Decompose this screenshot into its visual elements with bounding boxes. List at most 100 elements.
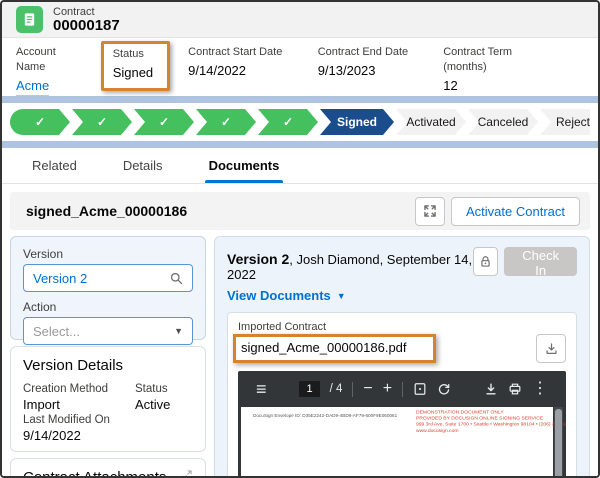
tab-documents[interactable]: Documents: [209, 148, 280, 183]
field-status: Status Signed: [113, 47, 153, 82]
download-icon: [545, 342, 558, 355]
toolbar-divider: [402, 382, 403, 397]
fit-page-icon[interactable]: [413, 382, 427, 396]
lock-button[interactable]: [473, 247, 498, 276]
stage-complete-1[interactable]: ✓: [10, 109, 70, 135]
check-icon: ✓: [159, 115, 169, 129]
file-name-link[interactable]: signed_Acme_00000186.pdf: [241, 340, 407, 355]
file-row: signed_Acme_00000186.pdf: [238, 334, 566, 363]
stage-activated[interactable]: Activated: [396, 109, 466, 135]
stage-complete-2[interactable]: ✓: [72, 109, 132, 135]
version-actions: Check In: [473, 247, 577, 276]
pdf-scrollbar-thumb[interactable]: [555, 409, 562, 476]
search-icon: [170, 272, 183, 285]
pdf-scrollbar[interactable]: [554, 407, 563, 476]
record-tabs: Related Details Documents: [2, 148, 598, 184]
field-end-date: Contract End Date 9/13/2023: [318, 45, 418, 80]
field-value: 9/13/2023: [318, 62, 418, 80]
account-link[interactable]: Acme: [16, 77, 49, 96]
zoom-in-icon[interactable]: +: [383, 381, 392, 397]
path-assistant: ✓ ✓ ✓ ✓ ✓ Signed Activated Canceled Reje…: [2, 103, 598, 141]
stage-rejected[interactable]: Rejected: [540, 109, 590, 135]
pdf-body: DocuSign Envelope ID: D35E2242-DAD9-4BD9…: [238, 407, 566, 476]
toolbar-divider: [352, 382, 353, 397]
pdf-page: DocuSign Envelope ID: D35E2242-DAD9-4BD9…: [241, 407, 553, 476]
menu-icon[interactable]: ≡: [256, 380, 267, 398]
check-icon: ✓: [35, 115, 45, 129]
check-icon: ✓: [97, 115, 107, 129]
print-icon[interactable]: [508, 382, 522, 396]
action-select[interactable]: Select... ▼: [23, 317, 193, 345]
field-term: Contract Term (months) 12: [443, 45, 558, 95]
docusign-demo-stamp: DEMONSTRATION DOCUMENT ONLY PROVIDED BY …: [416, 409, 559, 434]
stage-complete-5[interactable]: ✓: [258, 109, 318, 135]
expand-icon: [423, 204, 437, 218]
zoom-out-icon[interactable]: −: [363, 381, 372, 397]
resize-handle-icon[interactable]: [181, 469, 193, 476]
tab-details[interactable]: Details: [123, 148, 163, 183]
field-label: Status: [113, 47, 153, 62]
version-preview-panel: Version 2, Josh Diamond, September 14, 2…: [214, 236, 590, 476]
left-sidebar: Version Version 2 Action Select... ▼ Ver: [10, 236, 206, 476]
version-header: Version 2, Josh Diamond, September 14, 2…: [227, 247, 577, 282]
documents-tab-panel: signed_Acme_00000186 Activate Contract V…: [2, 184, 598, 476]
file-annotation-box: signed_Acme_00000186.pdf: [233, 334, 436, 363]
field-label: Contract Term (months): [443, 45, 558, 75]
status-value: Signed: [113, 64, 153, 82]
expand-button[interactable]: [415, 197, 445, 226]
salesforce-contract-page: Contract 00000187 Account Name Acme Stat…: [0, 0, 600, 478]
imported-contract-label: Imported Contract: [238, 321, 566, 333]
contract-attachments-card: Contract Attachments: [10, 458, 206, 476]
version-title-line: Version 2, Josh Diamond, September 14, 2…: [227, 247, 473, 282]
page-gap: [2, 141, 598, 148]
stage-complete-4[interactable]: ✓: [196, 109, 256, 135]
last-modified-value: 9/14/2022: [23, 427, 131, 444]
chevron-down-icon: ▼: [174, 326, 183, 336]
stage-canceled[interactable]: Canceled: [468, 109, 538, 135]
version-label: Version: [23, 247, 193, 261]
imported-contract-card: Imported Contract signed_Acme_00000186.p…: [227, 312, 577, 476]
more-options-icon[interactable]: ⋮: [532, 381, 548, 397]
activate-contract-button[interactable]: Activate Contract: [451, 197, 580, 226]
record-number: 00000187: [53, 18, 120, 34]
rotate-icon[interactable]: [437, 382, 451, 396]
action-label: Action: [23, 300, 193, 314]
view-documents-label: View Documents: [227, 288, 331, 303]
page-count: / 4: [330, 383, 343, 395]
field-value: 12: [443, 77, 558, 95]
section-actions: Activate Contract: [415, 197, 580, 226]
status-annotation-box: Status Signed: [101, 41, 170, 91]
content-columns: Version Version 2 Action Select... ▼ Ver: [10, 236, 590, 476]
field-account-name: Account Name Acme: [16, 45, 84, 96]
view-documents-menu[interactable]: View Documents ▼: [227, 288, 577, 303]
stage-complete-3[interactable]: ✓: [134, 109, 194, 135]
version-title: Version 2: [227, 251, 289, 267]
status-value: Active: [135, 396, 193, 413]
version-search-input[interactable]: Version 2: [23, 264, 193, 292]
record-header: Contract 00000187: [2, 2, 598, 38]
document-title: signed_Acme_00000186: [26, 203, 187, 219]
status-label: Status: [135, 382, 193, 396]
entity-label: Contract: [53, 6, 120, 18]
demo-line: www.docusign.com: [416, 428, 559, 434]
highlights-panel: Account Name Acme Status Signed Contract…: [2, 38, 598, 96]
contract-attachments-title: Contract Attachments: [23, 469, 166, 476]
page-number-input[interactable]: 1: [299, 381, 319, 397]
field-value: 9/14/2022: [188, 62, 292, 80]
version-details-title: Version Details: [23, 357, 193, 374]
creation-method-value: Import: [23, 396, 131, 413]
tab-related[interactable]: Related: [32, 148, 77, 183]
pdf-download-icon[interactable]: [484, 382, 498, 396]
stage-signed[interactable]: Signed: [320, 109, 394, 135]
contract-entity-icon: [16, 6, 43, 33]
version-input-value: Version 2: [33, 271, 170, 286]
download-button[interactable]: [536, 334, 566, 363]
check-icon: ✓: [221, 115, 231, 129]
check-in-button[interactable]: Check In: [504, 247, 577, 276]
creation-method-label: Creation Method: [23, 382, 131, 396]
version-details-card: Version Details Creation Method Status I…: [10, 346, 206, 452]
lock-icon: [479, 255, 492, 268]
stage-path: ✓ ✓ ✓ ✓ ✓ Signed Activated Canceled Reje…: [10, 109, 590, 135]
pdf-toolbar: ≡ 1 / 4 − +: [238, 371, 566, 407]
last-modified-label: Last Modified On: [23, 413, 131, 427]
